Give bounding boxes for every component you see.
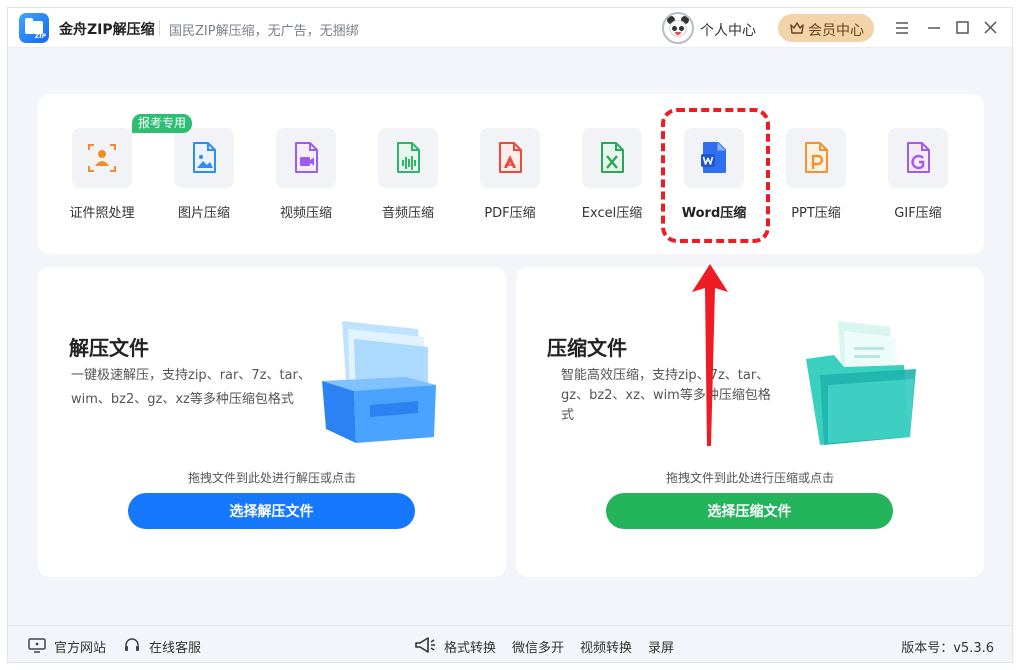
tool-pdf-compress[interactable]: PDF压缩 xyxy=(459,128,561,232)
tool-label: Excel压缩 xyxy=(581,206,643,221)
tool-label: 图片压缩 xyxy=(177,206,230,221)
tool-gif-compress[interactable]: GIF压缩 xyxy=(867,128,969,232)
tool-excel-compress[interactable]: Excel压缩 xyxy=(561,128,663,232)
select-extract-file-button[interactable]: 选择解压文件 xyxy=(128,493,415,529)
extract-card[interactable]: 解压文件 一键极速解压，支持zip、rar、7z、tar、wim、bz2、gz、… xyxy=(38,267,506,577)
audio-icon xyxy=(397,142,420,173)
select-compress-file-button[interactable]: 选择压缩文件 xyxy=(606,493,893,529)
tool-audio-compress[interactable]: 音频压缩 xyxy=(357,128,459,232)
tool-tile xyxy=(786,128,846,188)
headset-icon xyxy=(125,638,139,651)
online-support-link[interactable]: 在线客服 xyxy=(149,637,201,656)
tool-tile xyxy=(378,128,438,188)
app-name: 金舟ZIP解压缩 xyxy=(59,22,155,38)
tool-word-compress[interactable]: Word压缩 xyxy=(663,128,765,232)
app-window: ZIP 金舟ZIP解压缩 国民ZIP解压缩，无广告，无捆绑 个人中心 会员中心 xyxy=(7,7,1013,663)
image-icon xyxy=(193,142,216,173)
extract-description: 一键极速解压，支持zip、rar、7z、tar、wim、bz2、gz、xz等多种… xyxy=(71,368,311,407)
tool-tile xyxy=(480,128,540,188)
extract-drag-hint: 拖拽文件到此处进行解压或点击 xyxy=(187,471,356,485)
tool-label: GIF压缩 xyxy=(894,206,942,221)
tool-tile xyxy=(276,128,336,188)
official-website-link[interactable]: 官方网站 xyxy=(54,637,106,656)
tool-tile xyxy=(684,128,744,188)
vip-center-button[interactable]: 会员中心 xyxy=(778,14,874,42)
tool-id-photo[interactable]: 证件照处理 xyxy=(51,128,153,232)
compress-description: 智能高效压缩，支持zip、7z、tar、gz、bz2、xz、wim等多种压缩包格… xyxy=(561,368,771,423)
compress-title: 压缩文件 xyxy=(547,336,627,360)
monitor-icon xyxy=(28,638,46,653)
tool-label: Word压缩 xyxy=(681,206,747,221)
close-icon[interactable] xyxy=(980,18,1000,38)
menu-icon[interactable] xyxy=(892,18,912,38)
tool-ppt-compress[interactable]: PPT压缩 xyxy=(765,128,867,232)
app-slogan: 国民ZIP解压缩，无广告，无捆绑 xyxy=(169,24,359,39)
crown-icon xyxy=(790,22,804,34)
compress-card[interactable]: 压缩文件 智能高效压缩，支持zip、7z、tar、gz、bz2、xz、wim等多… xyxy=(516,267,984,577)
word-icon xyxy=(701,142,726,173)
drawer-illustration-icon xyxy=(322,321,436,443)
video-convert-link[interactable]: 视频转换 xyxy=(580,637,632,656)
user-avatar[interactable] xyxy=(662,12,694,44)
minimize-icon[interactable] xyxy=(924,18,944,38)
extract-title: 解压文件 xyxy=(69,336,149,360)
exam-badge: 报考专用 xyxy=(132,114,192,133)
personal-center-link[interactable]: 个人中心 xyxy=(700,20,756,40)
tool-tile xyxy=(174,128,234,188)
tool-label: 视频压缩 xyxy=(279,206,332,221)
ppt-icon xyxy=(805,142,828,173)
folder-illustration-icon xyxy=(806,321,916,445)
app-logo-icon: ZIP xyxy=(19,13,49,43)
compress-drag-hint: 拖拽文件到此处进行压缩或点击 xyxy=(665,471,834,485)
maximize-icon[interactable] xyxy=(952,18,972,38)
format-convert-link[interactable]: 格式转换 xyxy=(444,637,496,656)
tools-panel: 证件照处理 图片压缩 视频压缩 音频压缩 PDF压缩 Excel压缩 Word压… xyxy=(38,94,984,254)
video-icon xyxy=(295,142,318,173)
status-bar: 官方网站 在线客服 格式转换 微信多开 视频转换 录屏 版本号：v5.3.6 xyxy=(8,625,1012,662)
version-label: 版本号：v5.3.6 xyxy=(901,641,994,656)
tool-label: 音频压缩 xyxy=(381,206,434,221)
id-photo-icon xyxy=(88,144,116,172)
tool-tile xyxy=(888,128,948,188)
tool-tile xyxy=(582,128,642,188)
tool-tile xyxy=(72,128,132,188)
pdf-icon xyxy=(499,142,522,173)
tool-label: PPT压缩 xyxy=(791,206,841,221)
screen-record-link[interactable]: 录屏 xyxy=(648,637,674,656)
tool-image-compress[interactable]: 图片压缩 xyxy=(153,128,255,232)
vip-center-label: 会员中心 xyxy=(808,22,864,38)
title-divider xyxy=(159,20,160,36)
tool-label: 证件照处理 xyxy=(69,206,135,221)
megaphone-icon xyxy=(415,637,435,653)
excel-icon xyxy=(601,142,624,173)
tool-video-compress[interactable]: 视频压缩 xyxy=(255,128,357,232)
title-bar: ZIP 金舟ZIP解压缩 国民ZIP解压缩，无广告，无捆绑 个人中心 会员中心 xyxy=(8,8,1012,48)
tool-label: PDF压缩 xyxy=(484,206,536,221)
wechat-multi-link[interactable]: 微信多开 xyxy=(512,637,564,656)
gif-icon xyxy=(907,142,930,173)
